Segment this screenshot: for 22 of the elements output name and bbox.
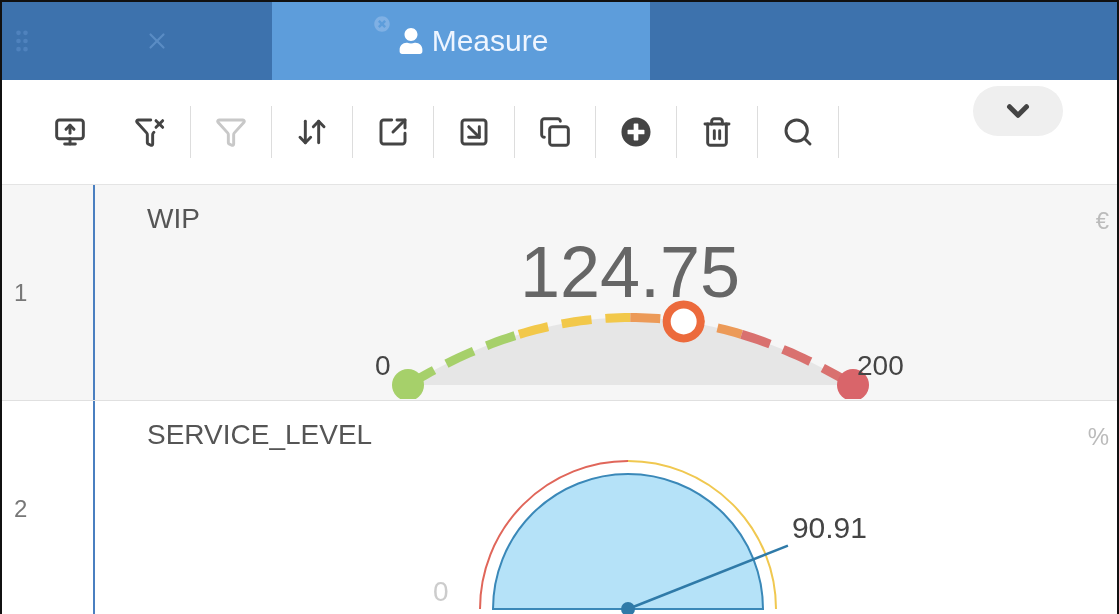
unit-label: % bbox=[1087, 423, 1109, 451]
export-icon bbox=[377, 116, 409, 148]
measure-name: SERVICE_LEVEL bbox=[147, 419, 373, 451]
import-icon bbox=[458, 116, 490, 148]
gauge-value: 124.75 bbox=[519, 232, 741, 312]
filter-icon bbox=[215, 116, 247, 148]
user-icon bbox=[397, 28, 424, 54]
more-button[interactable] bbox=[973, 86, 1063, 136]
unit-label: € bbox=[1095, 207, 1109, 235]
row-number: 2 bbox=[14, 495, 28, 523]
copy-icon bbox=[539, 116, 571, 148]
min-label: 0 bbox=[375, 350, 391, 381]
tab[interactable]: Measure bbox=[272, 2, 650, 80]
max-label: 200 bbox=[857, 350, 904, 381]
search-icon bbox=[782, 116, 814, 148]
filter-x-icon bbox=[134, 116, 166, 148]
monitor-arrow-icon bbox=[54, 116, 86, 148]
gauge-value: 90.91 bbox=[791, 510, 867, 544]
needle-hub bbox=[621, 602, 635, 614]
measure-name: WIP bbox=[147, 203, 200, 235]
row-number: 1 bbox=[14, 278, 28, 307]
trash-icon bbox=[701, 116, 733, 148]
